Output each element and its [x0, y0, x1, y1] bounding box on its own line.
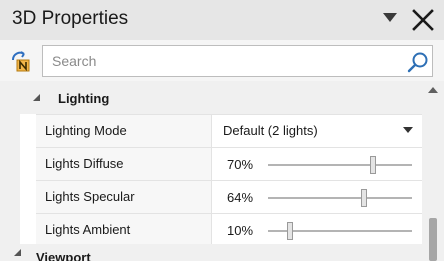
slider-thumb[interactable]: [361, 189, 367, 207]
property-label: Lighting Mode: [45, 123, 127, 138]
chevron-down-icon[interactable]: [383, 13, 397, 22]
property-label: Lights Diffuse: [45, 156, 124, 171]
toolbox-icon[interactable]: [10, 51, 32, 73]
scroll-up-arrow-icon[interactable]: [428, 87, 438, 93]
scrollbar-thumb[interactable]: [429, 218, 437, 261]
property-row-lights-specular: Lights Specular 64%: [36, 180, 422, 213]
property-value: 70%: [227, 157, 254, 172]
property-label: Lights Ambient: [45, 222, 131, 237]
search-box: [42, 45, 433, 77]
property-label-cell: Lights Diffuse: [36, 148, 212, 180]
section-header-lighting[interactable]: Lighting: [0, 81, 422, 114]
close-icon[interactable]: [411, 8, 435, 32]
lights-ambient-slider[interactable]: [268, 222, 412, 240]
lights-specular-slider[interactable]: [268, 189, 412, 207]
property-label-cell: Lights Specular: [36, 181, 212, 213]
section-title: Viewport: [36, 250, 91, 261]
collapse-triangle-icon[interactable]: [33, 94, 40, 101]
search-row: [0, 40, 444, 81]
lights-diffuse-slider[interactable]: [268, 156, 412, 174]
slider-track: [268, 197, 412, 199]
section-title: Lighting: [58, 91, 110, 106]
collapse-triangle-icon[interactable]: [14, 249, 21, 256]
lighting-mode-dropdown[interactable]: Default (2 lights): [223, 123, 318, 138]
slider-track: [268, 164, 412, 166]
property-label: Lights Specular: [45, 189, 135, 204]
panel-titlebar: 3D Properties: [0, 0, 444, 40]
dropdown-arrow-icon[interactable]: [403, 127, 413, 133]
slider-thumb[interactable]: [287, 222, 293, 240]
property-grid: Lighting Lighting Mode Default (2 lights…: [0, 81, 444, 261]
property-row-lights-diffuse: Lights Diffuse 70%: [36, 147, 422, 180]
property-row-lights-ambient: Lights Ambient 10%: [36, 213, 422, 246]
slider-thumb[interactable]: [370, 156, 376, 174]
property-label-cell: Lights Ambient: [36, 214, 212, 246]
search-icon[interactable]: [407, 51, 429, 73]
section-header-viewport[interactable]: Viewport: [0, 244, 422, 261]
vertical-scrollbar[interactable]: [422, 81, 444, 261]
property-value: 10%: [227, 223, 254, 238]
property-row-lighting-mode[interactable]: Lighting Mode Default (2 lights): [36, 114, 422, 147]
property-value: 64%: [227, 190, 254, 205]
search-input[interactable]: [43, 46, 398, 76]
property-label-cell: Lighting Mode: [36, 115, 212, 147]
panel-title: 3D Properties: [12, 8, 129, 29]
